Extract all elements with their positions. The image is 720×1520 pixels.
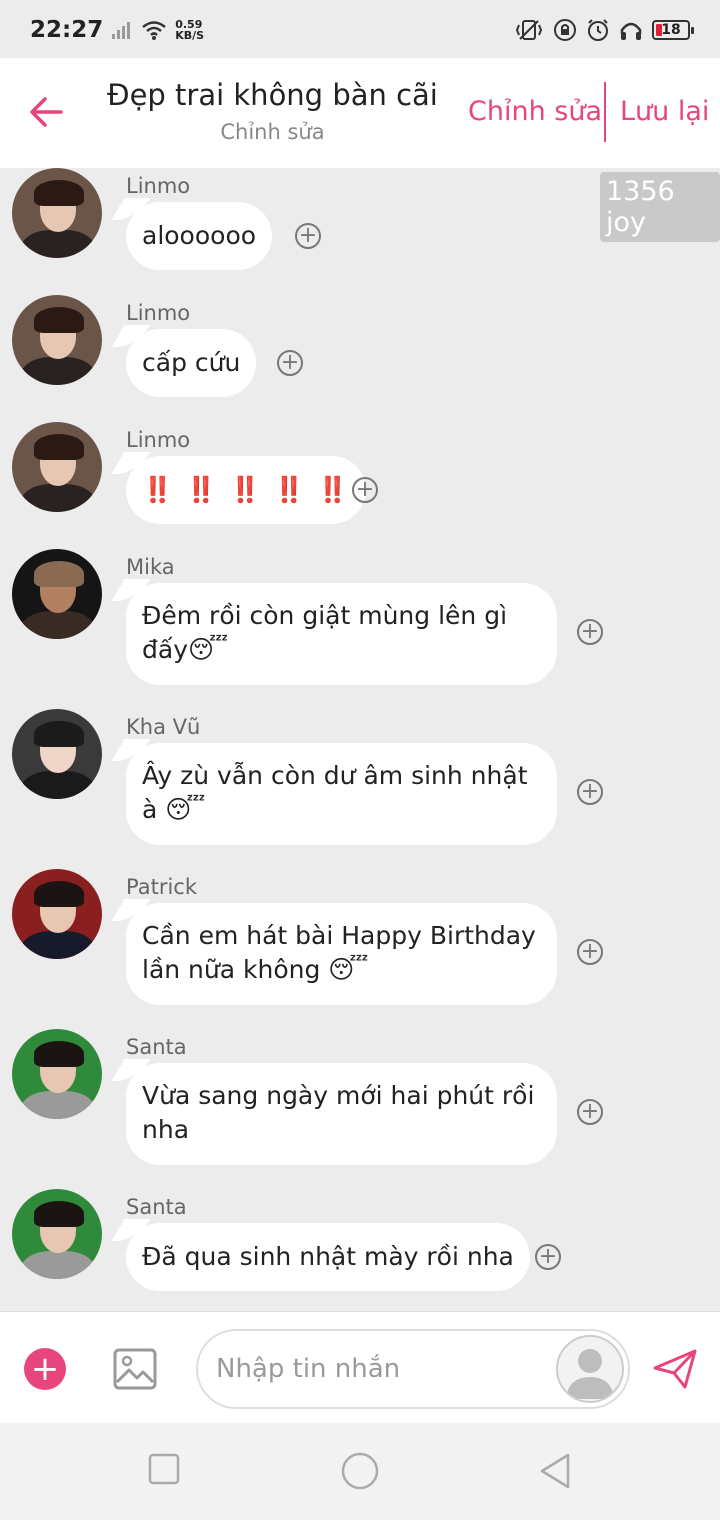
avatar-placeholder[interactable] — [556, 1335, 624, 1403]
joy-badge: 1356 joy — [600, 172, 720, 242]
sender-name: Patrick — [126, 875, 197, 899]
status-time: 22:27 — [30, 17, 104, 43]
page-title: Đẹp trai không bàn cãi — [107, 78, 438, 112]
circle-plus-icon[interactable]: + — [352, 477, 378, 503]
image-button[interactable] — [113, 1348, 157, 1390]
system-nav-bar — [0, 1423, 720, 1520]
status-bar: 22:27 0.59 KB/S 18 — [0, 0, 720, 60]
sender-name: Santa — [126, 1195, 187, 1219]
input-bar: + — [0, 1311, 720, 1423]
sender-name: Mika — [126, 555, 175, 579]
status-right: 18 — [514, 18, 694, 42]
circle-plus-icon[interactable]: + — [277, 350, 303, 376]
arrow-left-icon — [30, 97, 63, 127]
square-icon — [148, 1453, 180, 1485]
network-speed: 0.59 KB/S — [175, 19, 204, 41]
edit-button[interactable]: Chỉnh sửa — [468, 96, 602, 127]
user-silhouette-icon — [566, 1349, 614, 1399]
send-icon — [653, 1349, 697, 1389]
battery-indicator: 18 — [652, 20, 694, 40]
triangle-back-icon — [540, 1453, 570, 1489]
circle-plus-icon[interactable]: + — [577, 939, 603, 965]
circle-plus-icon[interactable]: + — [577, 619, 603, 645]
sender-name: Linmo — [126, 428, 191, 452]
message-bubble[interactable]: Cần em hát bài Happy Birthday lần nữa kh… — [126, 903, 557, 1005]
message-bubble[interactable]: ‼️ ‼️ ‼️ ‼️ ‼️ — [126, 456, 367, 524]
avatar[interactable] — [12, 168, 102, 258]
message-bubble[interactable]: Đêm rồi còn giật mùng lên gì đấy😴 — [126, 583, 557, 685]
alarm-icon — [588, 19, 608, 41]
status-left: 22:27 0.59 KB/S — [30, 17, 204, 43]
message-bubble[interactable]: aloooooo — [126, 202, 273, 270]
headphones-icon — [620, 22, 642, 40]
plus-icon: + — [30, 1349, 60, 1389]
chat-header: Đẹp trai không bàn cãi Chỉnh sửa Chỉnh s… — [0, 58, 720, 168]
sender-name: Linmo — [126, 301, 191, 325]
avatar[interactable] — [12, 869, 102, 959]
save-button[interactable]: Lưu lại — [620, 96, 709, 127]
message-list[interactable]: Linmo aloooooo + Linmo cấp cứu + Linmo ‼… — [0, 168, 720, 1311]
sender-name: Linmo — [126, 174, 191, 198]
avatar[interactable] — [12, 295, 102, 385]
header-divider — [604, 82, 606, 142]
message-input-wrapper — [196, 1329, 630, 1409]
circle-plus-icon[interactable]: + — [577, 1099, 603, 1125]
home-button[interactable] — [340, 1451, 380, 1491]
network-speed-unit: KB/S — [175, 29, 205, 42]
back-button[interactable] — [22, 88, 70, 136]
avatar[interactable] — [12, 422, 102, 512]
circle-plus-icon[interactable]: + — [535, 1244, 561, 1270]
sender-name: Kha Vũ — [126, 715, 201, 739]
avatar[interactable] — [12, 549, 102, 639]
lock-rotation-icon — [554, 19, 576, 41]
message-bubble[interactable]: Vừa sang ngày mới hai phút rồi nha — [126, 1063, 557, 1165]
title-block: Đẹp trai không bàn cãi Chỉnh sửa — [100, 78, 445, 144]
page-subtitle: Chỉnh sửa — [220, 120, 325, 144]
message-bubble[interactable]: Ây zù vẫn còn dư âm sinh nhật à 😴 — [126, 743, 557, 845]
message-bubble[interactable]: Đã qua sinh nhật mày rồi nha — [126, 1223, 530, 1291]
circle-plus-icon[interactable]: + — [295, 223, 321, 249]
avatar[interactable] — [12, 1029, 102, 1119]
recents-button[interactable] — [146, 1451, 186, 1491]
battery-level: 18 — [661, 22, 681, 38]
message-input[interactable] — [216, 1349, 546, 1389]
vibrate-icon — [515, 20, 543, 40]
sender-name: Santa — [126, 1035, 187, 1059]
avatar[interactable] — [12, 1189, 102, 1279]
avatar[interactable] — [12, 709, 102, 799]
cell-signal-icon — [112, 22, 131, 39]
circle-icon — [341, 1452, 379, 1490]
back-nav-button[interactable] — [536, 1451, 576, 1491]
send-button[interactable] — [652, 1348, 698, 1390]
add-button[interactable]: + — [24, 1348, 66, 1390]
wifi-icon — [142, 21, 167, 40]
circle-plus-icon[interactable]: + — [577, 779, 603, 805]
image-icon — [113, 1348, 157, 1390]
message-bubble[interactable]: cấp cứu — [126, 329, 257, 397]
